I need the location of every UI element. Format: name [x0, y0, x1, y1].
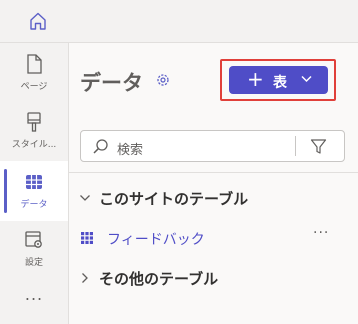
chevron-down-icon	[80, 195, 90, 201]
add-table-button[interactable]: + 表	[229, 66, 328, 94]
rail-item-label: 設定	[24, 258, 43, 268]
search-input[interactable]: 検索	[117, 139, 143, 158]
left-nav-rail: ページ スタイル... データ 設定 ...	[0, 43, 69, 324]
search-divider	[295, 136, 296, 156]
plus-icon: +	[247, 67, 264, 91]
rail-item-styles[interactable]: スタイル...	[0, 101, 68, 161]
section-label: このサイトのテーブル	[99, 190, 249, 208]
divider	[69, 172, 358, 173]
grid-icon	[81, 232, 93, 244]
filter-icon[interactable]	[310, 138, 327, 155]
table-icon	[26, 175, 42, 189]
panel-title: データ	[80, 71, 143, 95]
section-this-site-tables[interactable]: このサイトのテーブル	[79, 188, 339, 208]
rail-item-pages[interactable]: ページ	[0, 43, 68, 103]
chevron-right-icon	[82, 273, 88, 283]
settings-icon	[25, 231, 42, 248]
table-more-button[interactable]: ···	[313, 225, 329, 241]
rail-item-settings[interactable]: 設定	[0, 219, 68, 279]
data-panel: データ + 表 検索 このサイトのテーブル フィードバック ··· その他のテー…	[69, 43, 358, 324]
rail-item-label: データ	[20, 200, 48, 210]
search-icon	[93, 139, 108, 154]
top-bar	[0, 0, 358, 43]
home-icon[interactable]	[27, 10, 49, 32]
add-table-highlight: + 表	[220, 59, 336, 101]
chevron-down-icon	[301, 75, 312, 83]
paintbrush-icon	[27, 112, 41, 132]
section-label: その他のテーブル	[99, 270, 219, 288]
rail-item-label: ページ	[20, 82, 48, 92]
section-other-tables[interactable]: その他のテーブル	[79, 268, 339, 288]
gear-icon[interactable]	[155, 72, 171, 88]
rail-item-label: スタイル...	[11, 140, 57, 150]
rail-item-data[interactable]: データ	[0, 161, 68, 221]
add-table-label: 表	[273, 75, 287, 91]
search-box[interactable]: 検索	[80, 130, 345, 162]
page-icon	[27, 54, 42, 74]
table-name[interactable]: フィードバック	[107, 229, 205, 249]
table-row[interactable]: フィードバック ···	[69, 225, 358, 251]
more-options-button[interactable]: ...	[0, 285, 68, 304]
